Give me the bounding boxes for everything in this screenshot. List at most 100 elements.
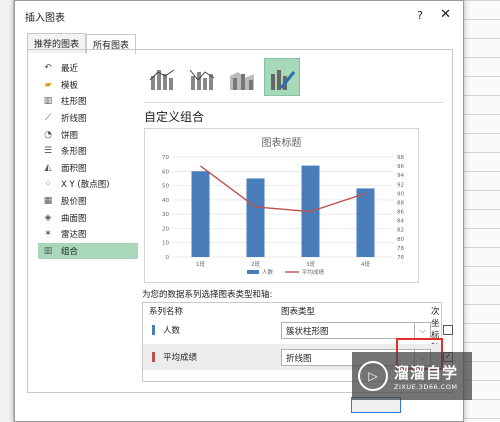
chart-type-value: 折线图 (286, 353, 312, 364)
right-axis-tick-label: 98 (397, 155, 404, 161)
category-label: 最近 (61, 64, 79, 75)
bar (246, 178, 265, 257)
series-section-label: 为您的数据系列选择图表类型和轴: (142, 290, 273, 300)
divider (144, 102, 444, 103)
category-column[interactable]: ▥ 柱形图 (38, 93, 138, 110)
secondary-axis-checkbox[interactable] (443, 325, 453, 335)
chart-type-value: 簇状柱形图 (286, 326, 329, 337)
right-axis-tick-label: 96 (397, 164, 404, 170)
pie-chart-icon: ◔ (44, 129, 52, 140)
section-heading: 自定义组合 (144, 110, 205, 124)
category-label: 雷达图 (61, 230, 87, 241)
header-series-name: 系列名称 (149, 307, 184, 317)
category-label: 面积图 (61, 163, 87, 174)
left-axis-tick-label: 40 (162, 198, 169, 204)
category-pie[interactable]: ◔ 饼图 (38, 126, 138, 143)
right-axis-tick-label: 88 (397, 200, 404, 206)
series-color-swatch (152, 352, 155, 362)
right-axis-tick-label: 86 (397, 210, 404, 216)
right-axis-tick-label: 76 (397, 255, 404, 261)
combo-clustered-column-line-thumb[interactable] (144, 58, 180, 96)
left-axis-tick-label: 0 (166, 255, 170, 261)
series-name: 人数 (163, 326, 181, 336)
surface-chart-icon: ◈ (44, 212, 52, 223)
folder-icon: ▰ (44, 79, 52, 90)
left-axis-tick-label: 50 (162, 184, 169, 190)
left-axis-tick-label: 20 (162, 226, 169, 232)
combo-chart-icon: ▥ (43, 245, 53, 256)
category-label: 柱形图 (61, 97, 87, 108)
category-line[interactable]: ⟋ 折线图 (38, 110, 138, 127)
column-chart-icon: ▥ (43, 96, 53, 107)
category-label: X Y (散点图) (61, 180, 110, 191)
close-button[interactable]: ✕ (440, 7, 451, 22)
combo-thumb-custom-icon (271, 70, 295, 90)
bar-chart-icon: ☰ (43, 146, 53, 157)
category-stock[interactable]: ▦ 股价图 (38, 193, 138, 210)
category-label: 折线图 (61, 114, 87, 125)
recent-icon: ↶ (44, 63, 52, 74)
category-templates[interactable]: ▰ 模板 (38, 77, 138, 94)
category-tick-label: 4班 (361, 260, 370, 268)
watermark-domain: ZIXUE.3D66.COM (394, 382, 458, 391)
dialog-title: 插入图表 (25, 12, 65, 24)
category-label: 模板 (61, 80, 79, 91)
bar (191, 171, 210, 257)
scatter-chart-icon: ⁘ (44, 179, 52, 190)
combo-thumb-2-icon (189, 69, 215, 90)
category-radar[interactable]: ✶ 雷达图 (38, 226, 138, 243)
combo-stacked-area-column-thumb[interactable] (224, 58, 260, 96)
left-axis-tick-label: 60 (162, 169, 169, 175)
category-tick-label: 3班 (306, 260, 315, 268)
chart-type-select[interactable]: 簇状柱形图 ⌵ (281, 321, 431, 339)
radar-chart-icon: ✶ (44, 229, 52, 240)
category-label: 曲面图 (61, 213, 87, 224)
row-header-strip (0, 0, 14, 422)
all-charts-panel: ↶ 最近 ▰ 模板 ▥ 柱形图 ⟋ 折线图 ◔ 饼图 ☰ 条形图 ◭ 面积图 ⁘ X Y (散点… (27, 49, 453, 393)
category-label: 条形图 (61, 147, 87, 158)
stock-chart-icon: ▦ (43, 196, 53, 207)
bar (356, 188, 375, 257)
help-button[interactable]: ? (417, 9, 423, 22)
chart-category-list: ↶ 最近 ▰ 模板 ▥ 柱形图 ⟋ 折线图 ◔ 饼图 ☰ 条形图 ◭ 面积图 ⁘ X Y (散点… (38, 60, 138, 260)
category-label: 饼图 (61, 130, 79, 141)
right-axis-tick-label: 80 (397, 237, 404, 243)
left-axis-tick-label: 30 (162, 212, 169, 218)
right-axis-tick-label: 90 (397, 191, 404, 197)
left-axis-tick-label: 10 (162, 241, 169, 247)
line-chart-icon: ⟋ (44, 113, 52, 124)
watermark: ▷ 溜溜自学 ZIXUE.3D66.COM (352, 352, 472, 400)
series-name: 平均成绩 (163, 353, 198, 363)
combo-custom-thumb[interactable] (264, 58, 300, 96)
right-axis-tick-label: 78 (397, 246, 404, 252)
series-color-swatch (152, 325, 155, 335)
right-axis-tick-label: 94 (397, 173, 404, 179)
header-chart-type: 图表类型 (281, 307, 316, 317)
legend-swatch-bar (247, 270, 259, 274)
category-combo[interactable]: ▥ 组合 (38, 242, 138, 260)
play-icon: ▷ (358, 361, 388, 391)
category-scatter[interactable]: ⁘ X Y (散点图) (38, 176, 138, 193)
category-surface[interactable]: ◈ 曲面图 (38, 209, 138, 226)
category-recent[interactable]: ↶ 最近 (38, 60, 138, 77)
series-line-average (200, 165, 366, 213)
right-axis-tick-label: 84 (397, 219, 404, 225)
category-label: 组合 (61, 246, 79, 257)
combo-thumb-1-icon (149, 69, 175, 90)
left-axis-tick-label: 70 (162, 155, 169, 161)
chart-canvas: 0 10 20 30 40 50 60 70 76 78 80 82 84 86 88 90 92 94 96 98 1… (162, 155, 404, 276)
legend-label: 平均成绩 (302, 268, 325, 276)
watermark-brand: 溜溜自学 ZIXUE.3D66.COM (394, 362, 458, 391)
category-area[interactable]: ◭ 面积图 (38, 160, 138, 177)
category-tick-label: 1班 (196, 260, 205, 268)
watermark-name: 溜溜自学 (394, 363, 459, 382)
chevron-down-icon[interactable]: ⌵ (414, 322, 430, 338)
category-label: 股价图 (61, 197, 87, 208)
combo-thumb-3-icon (230, 72, 254, 90)
category-bar[interactable]: ☰ 条形图 (38, 143, 138, 160)
chart-preview: 图表标题 0 10 20 30 40 50 60 70 76 78 80 82 84 86 88 90 92 94… (144, 128, 419, 283)
combo-column-line-secondary-thumb[interactable] (184, 58, 220, 96)
area-chart-icon: ◭ (44, 162, 52, 173)
legend-label: 人数 (262, 268, 274, 276)
right-axis-tick-label: 92 (397, 182, 404, 188)
